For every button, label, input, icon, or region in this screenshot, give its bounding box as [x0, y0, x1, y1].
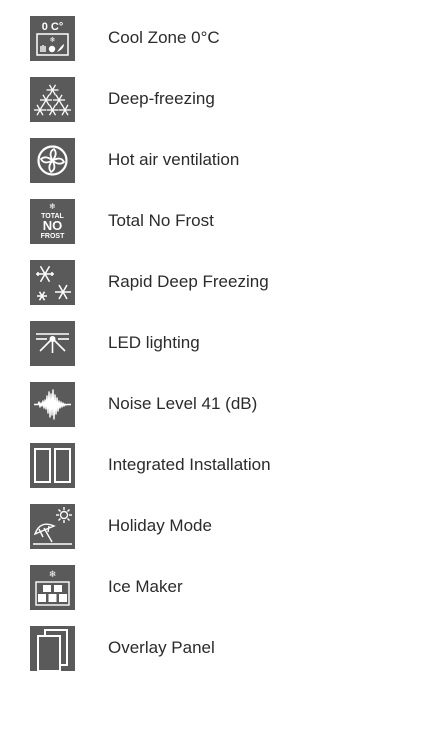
- noise-level-icon: [30, 381, 75, 427]
- rapid-freezing-icon: [30, 259, 75, 305]
- feature-label: Holiday Mode: [108, 516, 212, 535]
- integrated-installation-icon: [30, 442, 75, 488]
- ice-maker-icon: ❄: [30, 564, 75, 610]
- feature-label: Overlay Panel: [108, 638, 215, 657]
- feature-label: Rapid Deep Freezing: [108, 272, 269, 291]
- no-frost-icon: ❄ TOTAL NO FROST: [30, 198, 75, 244]
- fan-icon: [30, 137, 75, 183]
- deep-freezing-icon: [30, 76, 75, 122]
- feature-label: Noise Level 41 (dB): [108, 394, 258, 413]
- cool-zone-icon-text: 0 C°: [42, 21, 64, 33]
- no-frost-icon-line-2: NO: [43, 218, 63, 233]
- feature-label: Cool Zone 0°C: [108, 28, 220, 47]
- feature-label: Total No Frost: [108, 211, 214, 230]
- svg-text:❄: ❄: [49, 202, 56, 211]
- feature-label: Deep-freezing: [108, 89, 215, 108]
- feature-item-rapid-deep-freezing: Rapid Deep Freezing: [30, 259, 410, 305]
- feature-label: LED lighting: [108, 333, 200, 352]
- holiday-mode-icon: [30, 503, 75, 549]
- cool-zone-icon: 0 C° ❄: [30, 15, 75, 61]
- no-frost-icon-line-3: FROST: [41, 233, 65, 240]
- feature-item-noise-level: Noise Level 41 (dB): [30, 381, 410, 427]
- feature-item-led-lighting: LED lighting: [30, 320, 410, 366]
- feature-item-overlay-panel: Overlay Panel: [30, 625, 410, 671]
- svg-text:❄: ❄: [49, 570, 57, 580]
- feature-label: Ice Maker: [108, 577, 183, 596]
- feature-item-hot-air-ventilation: Hot air ventilation: [30, 137, 410, 183]
- feature-item-ice-maker: ❄ Ice Maker: [30, 564, 410, 610]
- feature-item-cool-zone: 0 C° ❄ Cool Zone 0°C: [30, 15, 410, 61]
- feature-item-integrated-installation: Integrated Installation: [30, 442, 410, 488]
- led-light-icon: [30, 320, 75, 366]
- feature-item-total-no-frost: ❄ TOTAL NO FROST Total No Frost: [30, 198, 410, 244]
- feature-label: Integrated Installation: [108, 455, 271, 474]
- overlay-panel-icon: [30, 625, 75, 671]
- feature-item-deep-freezing: Deep-freezing: [30, 76, 410, 122]
- feature-item-holiday-mode: Holiday Mode: [30, 503, 410, 549]
- feature-label: Hot air ventilation: [108, 150, 240, 169]
- svg-text:❄: ❄: [50, 36, 56, 44]
